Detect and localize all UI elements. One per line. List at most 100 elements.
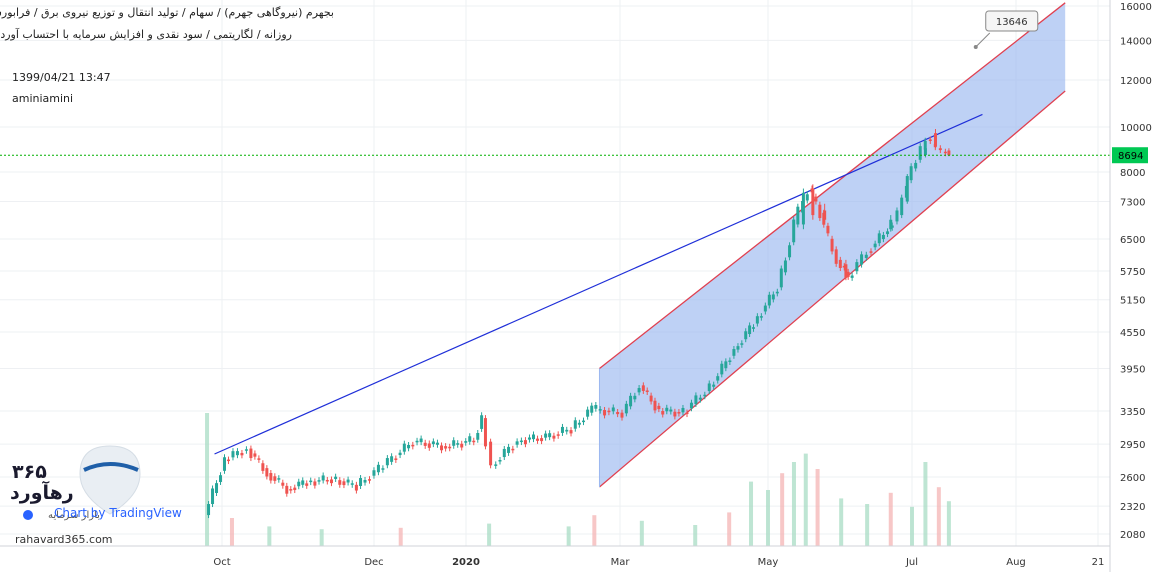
candle bbox=[452, 440, 456, 446]
candle bbox=[273, 476, 277, 481]
candle bbox=[637, 388, 641, 393]
volume-bar bbox=[693, 525, 698, 546]
grid-lines bbox=[0, 0, 1110, 546]
y-tick-label: 10000 bbox=[1120, 123, 1152, 134]
candle bbox=[338, 480, 342, 485]
candle bbox=[211, 488, 215, 505]
x-tick-label: 21 bbox=[1092, 557, 1105, 568]
candle bbox=[720, 363, 724, 375]
candle bbox=[594, 405, 598, 409]
candle bbox=[685, 412, 689, 415]
volume-bar bbox=[727, 512, 732, 546]
chart-author: aminiamini bbox=[12, 92, 74, 105]
candle bbox=[641, 385, 645, 391]
volume-bar bbox=[936, 487, 941, 546]
candle bbox=[681, 407, 685, 413]
candle bbox=[590, 405, 594, 413]
candle bbox=[732, 349, 736, 356]
candle bbox=[905, 176, 909, 202]
candle bbox=[914, 162, 918, 169]
candle bbox=[611, 407, 615, 412]
website-link[interactable]: rahavard365.com bbox=[15, 533, 113, 546]
candle bbox=[297, 481, 301, 487]
candle bbox=[834, 249, 838, 264]
candle bbox=[779, 268, 783, 288]
candle bbox=[689, 402, 693, 409]
candle bbox=[838, 259, 842, 269]
volume-bar bbox=[865, 504, 870, 546]
candle bbox=[864, 254, 868, 258]
y-tick-label: 2950 bbox=[1120, 440, 1145, 451]
candle bbox=[645, 390, 649, 392]
candle bbox=[755, 316, 759, 324]
candle bbox=[502, 448, 506, 458]
candle bbox=[415, 440, 419, 443]
candle bbox=[244, 449, 248, 451]
candle bbox=[694, 395, 698, 404]
candle bbox=[830, 238, 834, 252]
candle bbox=[703, 394, 707, 397]
candle bbox=[740, 343, 744, 345]
candle bbox=[928, 139, 932, 141]
candle bbox=[354, 484, 358, 491]
candle bbox=[472, 440, 476, 443]
volume-bar bbox=[780, 473, 785, 546]
candle bbox=[394, 458, 398, 460]
candle bbox=[367, 479, 371, 481]
candle bbox=[943, 151, 947, 154]
candle bbox=[767, 294, 771, 306]
candle bbox=[629, 395, 633, 407]
y-tick-label: 7300 bbox=[1120, 198, 1145, 209]
volume-bar bbox=[487, 523, 492, 546]
candle bbox=[253, 453, 257, 457]
chart-timestamp: 1399/04/21 13:47 bbox=[12, 71, 111, 84]
candle bbox=[527, 437, 531, 440]
candle bbox=[334, 476, 338, 479]
trendline[interactable] bbox=[214, 113, 983, 455]
candle bbox=[240, 452, 244, 456]
candle bbox=[226, 459, 230, 462]
candle bbox=[444, 446, 448, 449]
volume-bars bbox=[205, 413, 951, 546]
candle bbox=[616, 412, 620, 415]
blue-trendline[interactable] bbox=[214, 113, 983, 455]
candle bbox=[435, 442, 439, 445]
last-price-value: 8694 bbox=[1118, 151, 1143, 162]
candle bbox=[881, 234, 885, 240]
volume-bar bbox=[639, 520, 644, 546]
candle bbox=[669, 409, 673, 412]
volume-bar bbox=[319, 529, 324, 546]
volume-bar bbox=[398, 527, 403, 546]
candle bbox=[573, 420, 577, 429]
volume-bar bbox=[923, 462, 928, 546]
candle bbox=[947, 150, 951, 156]
y-tick-label: 14000 bbox=[1120, 36, 1152, 47]
candle bbox=[372, 470, 376, 476]
y-tick-label: 2080 bbox=[1120, 530, 1145, 541]
candle bbox=[918, 146, 922, 160]
candle bbox=[402, 443, 406, 452]
candle bbox=[411, 444, 415, 447]
candle bbox=[456, 443, 460, 445]
volume-bar bbox=[229, 518, 234, 546]
candle bbox=[886, 231, 890, 235]
y-tick-label: 5150 bbox=[1120, 296, 1145, 307]
candle bbox=[598, 409, 602, 411]
price-chart[interactable]: 2080 2320 2600 2950 3350 3950 4550 5150 5750 6500… bbox=[0, 0, 1156, 572]
target-anchor-point bbox=[973, 44, 978, 49]
candle bbox=[269, 473, 273, 481]
candle bbox=[771, 294, 775, 300]
candle bbox=[317, 480, 321, 482]
candle bbox=[724, 361, 728, 369]
y-tick-label: 2600 bbox=[1120, 473, 1145, 484]
candle bbox=[423, 442, 427, 446]
candle bbox=[788, 245, 792, 258]
candle bbox=[281, 482, 285, 486]
tradingview-watermark[interactable]: Chart by TradingView bbox=[54, 506, 182, 520]
candle bbox=[515, 441, 519, 445]
y-tick-label: 12000 bbox=[1120, 76, 1152, 87]
target-label-value: 13646 bbox=[996, 17, 1028, 28]
candle bbox=[814, 196, 818, 202]
tradingview-cloud-icon bbox=[23, 510, 33, 520]
candle bbox=[523, 440, 527, 445]
